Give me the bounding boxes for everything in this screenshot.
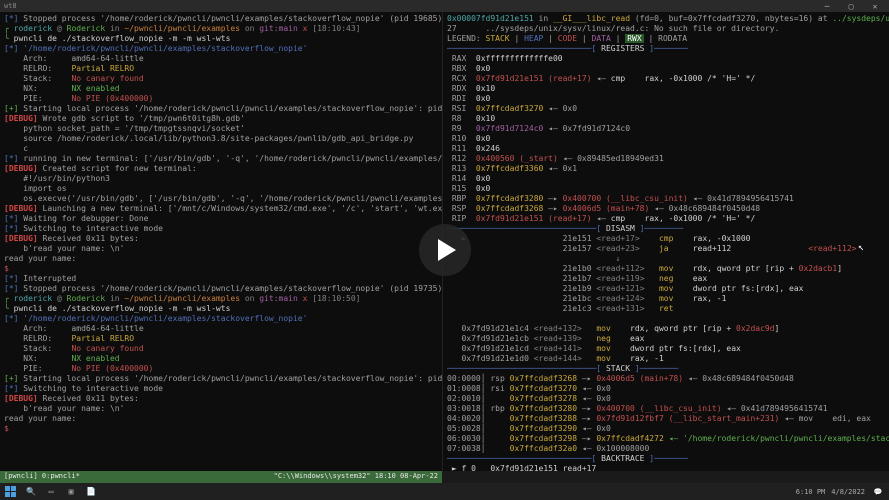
maximize-button[interactable]: ▢ xyxy=(841,1,861,11)
tmux-status-left: [pwncli] 0:pwncli* "C:\\Windows\\system3… xyxy=(0,471,442,483)
tray-clock-time[interactable]: 6:10 PM xyxy=(796,488,826,496)
tmux-status-right-text: "C:\\Windows\\system32" 18:10 08-Apr-22 xyxy=(274,472,438,482)
right-pane[interactable]: 0x00007fd91d21e151 in __GI___libc_read (… xyxy=(442,12,889,471)
minimize-button[interactable]: ─ xyxy=(817,1,837,11)
tmux-session: [pwncli] 0:pwncli* xyxy=(4,472,80,482)
windows-taskbar: 🔍 ▭ ▣ 📄 6:10 PM 4/8/2022 💬 xyxy=(0,483,889,500)
left-pane[interactable]: [*] Stopped process '/home/roderick/pwnc… xyxy=(0,12,442,471)
close-button[interactable]: ✕ xyxy=(865,1,885,11)
task-view-icon[interactable]: ▭ xyxy=(44,485,58,499)
right-pane-status xyxy=(442,471,889,483)
notification-icon[interactable]: 💬 xyxy=(871,485,885,499)
tray-clock-date[interactable]: 4/8/2022 xyxy=(831,488,865,496)
file-icon[interactable]: 📄 xyxy=(84,485,98,499)
start-button[interactable] xyxy=(4,485,18,499)
terminal-app-icon[interactable]: ▣ xyxy=(64,485,78,499)
mouse-cursor-icon: ↖ xyxy=(858,242,864,253)
window-titlebar: wt8 ─ ▢ ✕ xyxy=(0,0,889,12)
window-tab[interactable]: wt8 xyxy=(4,2,17,10)
status-bar-row: [pwncli] 0:pwncli* "C:\\Windows\\system3… xyxy=(0,471,889,483)
search-icon[interactable]: 🔍 xyxy=(24,485,38,499)
video-play-button[interactable] xyxy=(419,224,471,276)
play-icon xyxy=(438,239,456,261)
